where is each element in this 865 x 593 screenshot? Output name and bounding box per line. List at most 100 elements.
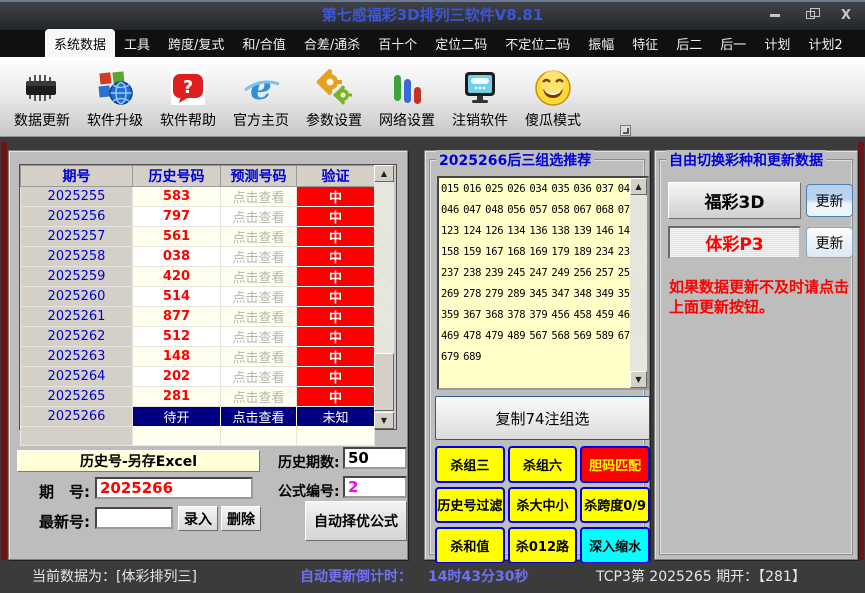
period-cell[interactable]: 2025258 bbox=[20, 246, 133, 267]
predict-link-cell[interactable]: 点击查看 bbox=[220, 186, 297, 207]
logout-software-button[interactable]: 注销软件 bbox=[452, 68, 508, 130]
scroll-down-icon[interactable]: ▼ bbox=[630, 371, 647, 388]
menu-tab[interactable]: 计划 bbox=[755, 29, 799, 57]
menu-tab[interactable]: 百十个 bbox=[369, 29, 426, 57]
period-cell[interactable]: 2025255 bbox=[20, 186, 133, 207]
scroll-up-icon[interactable]: ▲ bbox=[630, 178, 647, 195]
filter-button[interactable]: 杀012路 bbox=[507, 527, 578, 564]
predict-link-cell[interactable]: 点击查看 bbox=[220, 226, 297, 247]
period-cell[interactable]: 2025264 bbox=[20, 366, 133, 387]
predict-link-cell[interactable]: 点击查看 bbox=[220, 246, 297, 267]
filter-button[interactable]: 深入缩水 bbox=[580, 527, 650, 564]
table-row: 2025261 877 点击查看 中 bbox=[20, 306, 375, 327]
menu-tab[interactable]: 定位二码 bbox=[426, 29, 496, 57]
update-note-text: 如果数据更新不及时请点击上面更新按钮。 bbox=[669, 278, 850, 317]
toolbar-item-label: 软件升级 bbox=[87, 113, 143, 129]
auto-formula-button[interactable]: 自动择优公式 bbox=[305, 501, 407, 541]
menu-tab[interactable]: 振幅 bbox=[579, 29, 623, 57]
table-row: 2025256 797 点击查看 中 bbox=[20, 206, 375, 227]
menu-tab[interactable]: 计划2 bbox=[799, 29, 851, 57]
software-upgrade-button[interactable]: 软件升级 bbox=[87, 68, 143, 130]
menu-tab[interactable]: 特征 bbox=[623, 29, 667, 57]
period-cell[interactable]: 2025261 bbox=[20, 306, 133, 327]
menu-tab[interactable]: 系统数据 bbox=[45, 29, 116, 57]
history-number-cell: 202 bbox=[132, 366, 221, 387]
table-scrollbar[interactable]: ▲ ▼ bbox=[374, 165, 394, 429]
period-cell[interactable]: 2025266 bbox=[20, 406, 133, 427]
update-fucai-button[interactable]: 更新 bbox=[806, 184, 853, 217]
scroll-up-icon[interactable]: ▲ bbox=[374, 165, 394, 182]
filter-button[interactable]: 杀组三 bbox=[435, 446, 505, 483]
filter-button[interactable]: 杀组六 bbox=[507, 446, 578, 483]
formula-number-input[interactable] bbox=[343, 476, 407, 498]
close-button[interactable]: X bbox=[841, 8, 851, 23]
status-bar: 当前数据为：[体彩排列三] 自动更新倒计时： 14时43分30秒 TCP3第 2… bbox=[0, 563, 865, 593]
latest-number-input[interactable] bbox=[95, 507, 173, 529]
software-help-button[interactable]: ? 软件帮助 bbox=[160, 68, 216, 130]
numbers-scrollbar[interactable]: ▲ ▼ bbox=[630, 178, 647, 388]
enter-button[interactable]: 录入 bbox=[178, 506, 218, 531]
filter-button[interactable]: 杀和值 bbox=[435, 527, 505, 564]
predict-link-cell[interactable]: 点击查看 bbox=[220, 386, 297, 407]
menu-tab[interactable]: 后二 bbox=[667, 29, 711, 57]
table-row: 2025258 038 点击查看 中 bbox=[20, 246, 375, 267]
predict-link-cell[interactable]: 点击查看 bbox=[220, 306, 297, 327]
svg-text:?: ? bbox=[183, 77, 193, 98]
period-cell[interactable] bbox=[20, 426, 133, 446]
period-cell[interactable]: 2025265 bbox=[20, 386, 133, 407]
window-title: 第七感福彩3D排列三软件V8.81 bbox=[321, 6, 544, 24]
filter-button[interactable]: 历史号过滤 bbox=[435, 486, 505, 524]
period-cell[interactable]: 2025262 bbox=[20, 326, 133, 347]
filter-button[interactable]: 胆码匹配 bbox=[580, 446, 650, 483]
easy-mode-button[interactable]: 傻瓜模式 bbox=[525, 68, 581, 130]
filter-button[interactable]: 杀跨度0/9 bbox=[580, 486, 650, 524]
scrollbar-thumb[interactable] bbox=[374, 353, 394, 411]
number-line: 123 124 126 134 136 138 139 146 149 bbox=[441, 225, 636, 237]
parameter-settings-button[interactable]: 参数设置 bbox=[306, 68, 362, 130]
menu-tab[interactable]: 工具 bbox=[115, 29, 159, 57]
network-settings-button[interactable]: 网络设置 bbox=[379, 68, 435, 130]
data-update-button[interactable]: 数据更新 bbox=[14, 68, 70, 130]
verify-cell: 中 bbox=[296, 366, 375, 387]
minimize-button[interactable] bbox=[769, 13, 780, 17]
predict-link-cell[interactable]: 点击查看 bbox=[220, 406, 297, 427]
predict-link-cell[interactable]: 点击查看 bbox=[220, 326, 297, 347]
predict-link-cell[interactable]: 点击查看 bbox=[220, 266, 297, 287]
title-bar: 第七感福彩3D排列三软件V8.81 X bbox=[0, 2, 865, 30]
verify-cell: 中 bbox=[296, 386, 375, 407]
period-cell[interactable]: 2025259 bbox=[20, 266, 133, 287]
predict-link-cell[interactable]: 点击查看 bbox=[220, 286, 297, 307]
menu-tab[interactable]: 和/合值 bbox=[233, 29, 294, 57]
predict-link-cell[interactable]: 点击查看 bbox=[220, 346, 297, 367]
menu-tab[interactable]: 跨度/复式 bbox=[159, 29, 233, 57]
table-header-cell: 历史号码 bbox=[132, 165, 221, 187]
update-ticai-button[interactable]: 更新 bbox=[806, 227, 853, 258]
delete-button[interactable]: 删除 bbox=[221, 506, 261, 531]
period-input[interactable] bbox=[95, 477, 253, 499]
filter-button[interactable]: 杀大中小 bbox=[507, 486, 578, 524]
period-cell[interactable]: 2025263 bbox=[20, 346, 133, 367]
scroll-down-icon[interactable]: ▼ bbox=[374, 412, 394, 429]
toolbar-expand-icon[interactable] bbox=[620, 125, 631, 136]
settings-icon bbox=[314, 68, 354, 108]
ticaip3-button[interactable]: 体彩P3 bbox=[668, 226, 801, 259]
menu-tab[interactable]: 不定位二码 bbox=[496, 29, 579, 57]
copy-selection-button[interactable]: 复制74注组选 bbox=[435, 396, 650, 440]
period-cell[interactable]: 2025257 bbox=[20, 226, 133, 247]
fucai3d-button[interactable]: 福彩3D bbox=[668, 182, 801, 219]
predict-link-cell[interactable]: 点击查看 bbox=[220, 206, 297, 227]
period-cell[interactable]: 2025256 bbox=[20, 206, 133, 227]
official-homepage-button[interactable]: e 官方主页 bbox=[233, 68, 289, 130]
predict-link-cell[interactable]: 点击查看 bbox=[220, 366, 297, 387]
restore-button[interactable] bbox=[805, 8, 820, 19]
scrollbar-track[interactable] bbox=[630, 195, 647, 371]
history-count-input[interactable] bbox=[343, 447, 407, 469]
table-row: 2025259 420 点击查看 中 bbox=[20, 266, 375, 287]
menu-tab[interactable]: 后一 bbox=[711, 29, 755, 57]
recommend-numbers-box[interactable]: 015 016 025 026 034 035 036 037 045 046 0… bbox=[437, 176, 649, 390]
predict-link-cell[interactable] bbox=[220, 426, 297, 446]
export-excel-button[interactable]: 历史号-另存Excel bbox=[17, 450, 260, 472]
current-data-text: 当前数据为：[体彩排列三] bbox=[32, 569, 197, 585]
menu-tab[interactable]: 合差/通杀 bbox=[295, 29, 369, 57]
period-cell[interactable]: 2025260 bbox=[20, 286, 133, 307]
